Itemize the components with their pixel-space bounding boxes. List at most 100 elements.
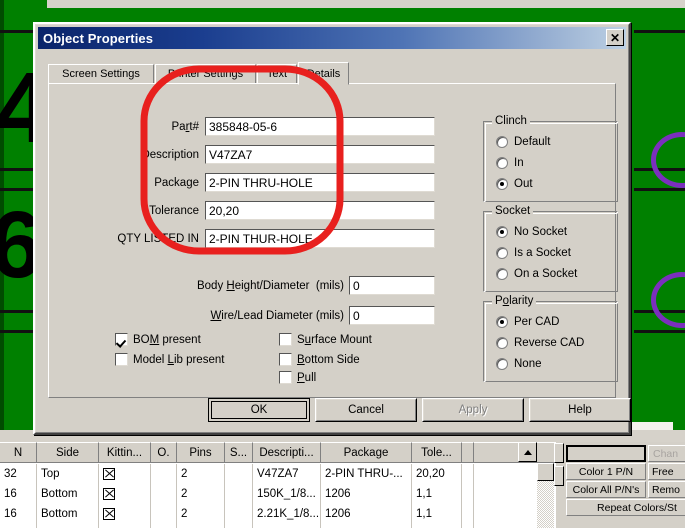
color-all-pns-button[interactable]: Color All P/N's (566, 481, 646, 498)
remove-button[interactable]: Remo (648, 481, 685, 498)
tab-strip: Screen Settings Printer Settings Text De… (48, 62, 616, 85)
grid-column-header-kitting[interactable]: Kittin... (99, 442, 151, 462)
radio-dot[interactable] (496, 226, 508, 238)
radio-reverse-cad[interactable]: Reverse CAD (496, 337, 584, 349)
cell-description: V47ZA7 (253, 464, 321, 484)
radio-clinch-default[interactable]: Default (496, 136, 550, 148)
grid-column-header-tolerance[interactable]: Tole... (412, 442, 462, 462)
radio-dot[interactable] (496, 268, 508, 280)
checkbox-model-lib-present[interactable]: Model Lib present (115, 353, 224, 366)
checkbox-box[interactable] (115, 353, 128, 366)
change-button[interactable]: Chan (648, 445, 685, 462)
grid-vertical-scrollbar[interactable] (537, 463, 554, 528)
dialog-titlebar[interactable]: Object Properties ✕ (38, 27, 626, 49)
radio-is-a-socket[interactable]: Is a Socket (496, 247, 571, 259)
grid-column-header-description[interactable]: Descripti... (253, 442, 321, 462)
table-row[interactable]: 16 Bottom 2 2.21K_1/8... 1206 1,1 (0, 504, 556, 524)
part-number-input[interactable]: 385848-05-6 (205, 117, 435, 136)
cell-o (151, 484, 177, 504)
checkbox-bom-present[interactable]: BOM present (115, 333, 201, 346)
grid-column-header-package[interactable]: Package (321, 442, 412, 462)
checkbox-label: Bottom Side (297, 353, 360, 366)
radio-dot[interactable] (496, 358, 508, 370)
cell-tolerance: 1,1 (412, 504, 462, 524)
checkbox-surface-mount[interactable]: Surface Mount (279, 333, 372, 346)
body-height-input[interactable]: 0 (349, 276, 435, 295)
description-input[interactable]: V47ZA7 (205, 145, 435, 164)
checkbox-box[interactable] (279, 353, 292, 366)
checkbox-bottom-side[interactable]: Bottom Side (279, 353, 360, 366)
field-label-package: Package (154, 177, 199, 189)
radio-per-cad[interactable]: Per CAD (496, 316, 559, 328)
table-row[interactable]: 16 Bottom 2 4.75K_1/4... 1210 1,1 (0, 524, 556, 528)
checkbox-x-icon[interactable] (103, 488, 115, 500)
table-row[interactable]: 16 Bottom 2 150K_1/8... 1206 1,1 (0, 484, 556, 504)
checkbox-pull[interactable]: Pull (279, 371, 316, 384)
cell-extra (462, 524, 474, 528)
checkbox-box[interactable] (279, 333, 292, 346)
pcb-trace (634, 330, 685, 333)
checkbox-x-icon[interactable] (103, 508, 115, 520)
grid-column-header-extra[interactable] (462, 442, 474, 462)
up-arrow-icon (523, 449, 532, 455)
component-grid-area: N Side Kittin... O. Pins S... Descripti.… (0, 442, 685, 528)
cell-n: 16 (0, 524, 37, 528)
radio-label: Reverse CAD (514, 337, 585, 349)
radio-dot[interactable] (496, 157, 508, 169)
tab-details[interactable]: Details (298, 62, 349, 85)
cell-pins: 2 (177, 464, 225, 484)
tolerance-input[interactable]: 20,20 (205, 201, 435, 220)
table-row[interactable]: 32 Top 2 V47ZA7 2-PIN THRU-... 20,20 (0, 464, 556, 484)
grid-column-header-pins[interactable]: Pins (177, 442, 225, 462)
scrollbar-thumb[interactable] (537, 463, 554, 481)
grid-column-header-side[interactable]: Side (37, 442, 99, 462)
free-button[interactable]: Free (648, 463, 685, 480)
group-polarity: Polarity Per CAD Reverse CAD None (483, 295, 618, 382)
panel-button-stub[interactable] (554, 466, 564, 486)
qty-listed-in-input[interactable]: 2-PIN THUR-HOLE (205, 229, 435, 248)
close-icon[interactable]: ✕ (606, 29, 624, 46)
cell-side: Top (37, 464, 99, 484)
group-title-socket: Socket (492, 205, 534, 217)
cell-package: 2-PIN THRU-... (321, 464, 412, 484)
cell-n: 32 (0, 464, 37, 484)
checkbox-box[interactable] (115, 333, 128, 346)
cell-side: Bottom (37, 524, 99, 528)
cell-pins: 2 (177, 504, 225, 524)
checkbox-x-icon[interactable] (103, 468, 115, 480)
radio-dot[interactable] (496, 316, 508, 328)
cell-o (151, 464, 177, 484)
radio-dot[interactable] (496, 136, 508, 148)
grid-column-header-o[interactable]: O. (151, 442, 177, 462)
panel-button-stub[interactable] (554, 443, 564, 463)
help-button[interactable]: Help (529, 398, 631, 422)
color-swatch-button[interactable] (566, 445, 646, 462)
grid-column-header-s[interactable]: S... (225, 442, 253, 462)
cancel-button[interactable]: Cancel (315, 398, 417, 422)
radio-on-a-socket[interactable]: On a Socket (496, 268, 577, 280)
radio-dot[interactable] (496, 178, 508, 190)
radio-no-socket[interactable]: No Socket (496, 226, 567, 238)
cell-kitting (99, 524, 151, 528)
tab-screen-settings[interactable]: Screen Settings (48, 64, 154, 84)
ok-button[interactable]: OK (208, 398, 310, 422)
cell-package: 1206 (321, 504, 412, 524)
repeat-colors-button[interactable]: Repeat Colors/St (566, 499, 685, 516)
radio-clinch-in[interactable]: In (496, 157, 524, 169)
scrollbar-track[interactable] (537, 481, 554, 528)
wire-lead-diameter-input[interactable]: 0 (349, 306, 435, 325)
radio-polarity-none[interactable]: None (496, 358, 542, 370)
package-input[interactable]: 2-PIN THRU-HOLE (205, 173, 435, 192)
cell-tolerance: 1,1 (412, 484, 462, 504)
tab-printer-settings[interactable]: Printer Settings (155, 64, 256, 84)
checkbox-label: Surface Mount (297, 333, 372, 346)
grid-scroll-up-button[interactable] (518, 442, 537, 462)
radio-clinch-out[interactable]: Out (496, 178, 533, 190)
checkbox-box[interactable] (279, 371, 292, 384)
color-1-pn-button[interactable]: Color 1 P/N (566, 463, 646, 480)
tab-text[interactable]: Text (257, 64, 297, 84)
radio-dot[interactable] (496, 247, 508, 259)
radio-dot[interactable] (496, 337, 508, 349)
checkbox-label: Model Lib present (133, 353, 225, 366)
grid-column-header-n[interactable]: N (0, 442, 37, 462)
